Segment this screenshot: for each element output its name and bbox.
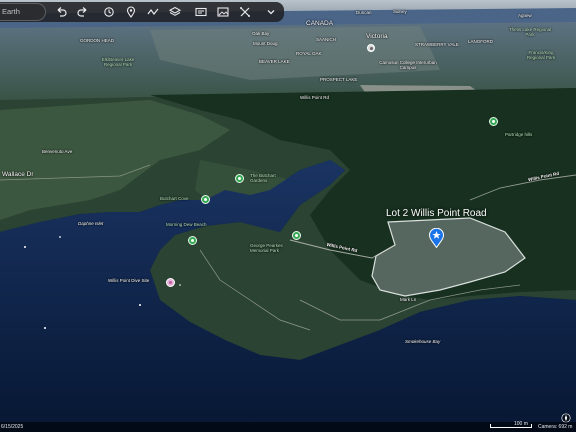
layers-icon[interactable] [168, 5, 182, 19]
label-elk-lake-park: Elk/Beaver Lake Regional Park [101, 57, 135, 68]
label-butchart-gardens: The Butchart Gardens [250, 173, 276, 184]
search-input[interactable] [0, 3, 46, 21]
camera-altitude: Camera: 692 m [538, 424, 573, 430]
lot-title: Lot 2 Willis Point Road [386, 208, 487, 219]
label-prospect-lake: PROSPECT LAKE [320, 77, 358, 82]
george-pearkes-pin-icon[interactable] [292, 231, 301, 240]
label-duncan: Duncan [356, 10, 372, 15]
label-benvenuto: Benvenuto Ave [42, 149, 73, 154]
boat [179, 284, 181, 286]
park-pin-icon[interactable] [489, 117, 498, 126]
label-oak-bay: Oak Bay [252, 31, 270, 36]
star-pin-icon[interactable] [428, 227, 445, 249]
label-thetis: Thetis Lake Regional Park [508, 27, 552, 38]
label-canada: CANADA [306, 20, 334, 27]
label-saanich: SAANICH [316, 37, 337, 42]
label-mount-doug: Mount Doug [253, 41, 278, 46]
label-wallace-dr: Wallace Dr [2, 171, 34, 178]
satellite-map[interactable] [0, 0, 576, 432]
label-partridge-hills: Partridge hills [505, 132, 533, 137]
label-langford: LANGFORD [468, 39, 494, 44]
label-sidney: Sidney [393, 9, 407, 14]
slideshow-icon[interactable] [194, 5, 208, 19]
label-daphne-islet: Daphne Islet [78, 221, 104, 226]
label-butchart-cove: Butchart Cove [160, 196, 189, 201]
history-icon[interactable] [102, 5, 116, 19]
pin-icon[interactable] [124, 5, 138, 19]
label-camosun: Camosun College Interurban Campus [379, 60, 437, 71]
image-icon[interactable] [216, 5, 230, 19]
undo-icon[interactable] [54, 5, 68, 19]
toolbar [0, 2, 284, 22]
location-pin-icon[interactable] [367, 44, 375, 52]
label-strawberry-vale: STRAWBERRY VALE [415, 42, 459, 47]
garden-pin-icon[interactable] [235, 174, 244, 183]
label-agnew: Agnew [518, 13, 532, 18]
label-morning-dew-beach: Morning Dew Beach [166, 222, 207, 227]
label-smokehouse-bay: Smokehouse Bay [405, 339, 441, 344]
boat [59, 236, 61, 238]
label-gordon-head: GORDON HEAD [80, 38, 115, 43]
park-pin-icon[interactable] [188, 236, 197, 245]
compass-icon[interactable] [561, 410, 571, 423]
label-george-pearkes: George Pearkes Memorial Park [250, 243, 283, 254]
label-francis-king: Francis/King Regional Park [526, 50, 556, 61]
status-bar: 6/15/2025 100 m Camera: 692 m [0, 421, 576, 432]
path-icon[interactable] [146, 5, 160, 19]
imagery-date: 6/15/2025 [1, 424, 24, 430]
label-beaver-lake: BEAVER LAKE [259, 59, 290, 64]
map-viewport[interactable]: CANADA Duncan Sidney Agnew GORDON HEAD O… [0, 0, 576, 432]
label-royal-oak: ROYAL OAK [296, 51, 322, 56]
redo-icon[interactable] [76, 5, 90, 19]
boat [24, 246, 26, 248]
label-willis-point-dive: Willis Point Dive Site [108, 278, 150, 283]
scale-label: 100 m [514, 421, 528, 427]
boat [139, 304, 141, 306]
cove-pin-icon[interactable] [201, 195, 210, 204]
chevron-down-icon[interactable] [264, 5, 278, 19]
label-victoria: Victoria [366, 33, 388, 40]
boat [44, 327, 46, 329]
measure-icon[interactable] [238, 5, 252, 19]
label-willis-point-rd-top: Willis Point Rd [300, 95, 330, 100]
dive-site-pin-icon[interactable] [166, 278, 175, 287]
label-mark-ln: Mark Ln [400, 297, 417, 302]
